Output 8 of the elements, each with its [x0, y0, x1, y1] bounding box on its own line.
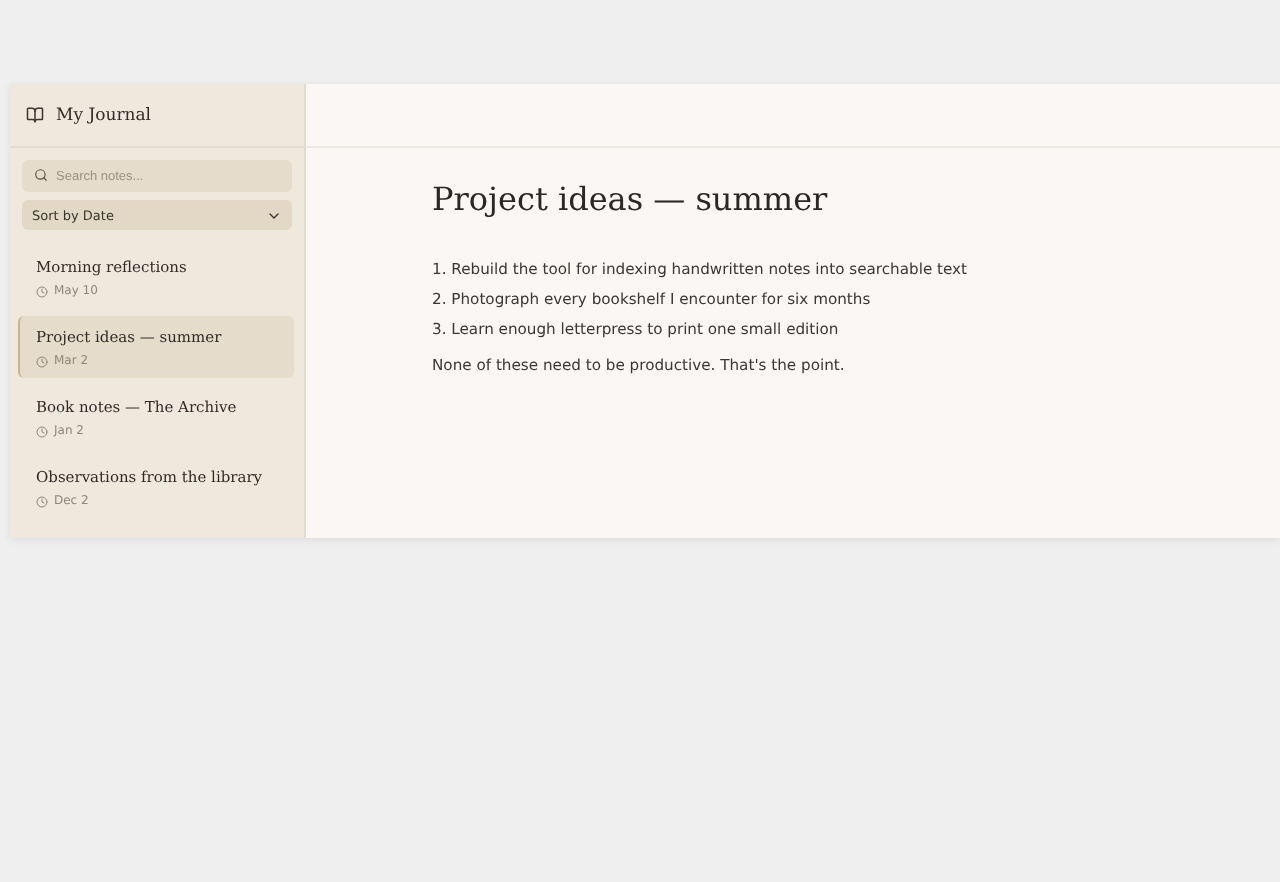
clock-icon — [36, 285, 48, 297]
book-icon — [26, 106, 44, 124]
clock-icon — [36, 355, 48, 367]
clock-icon — [36, 495, 48, 507]
journal-title: My Journal — [56, 105, 152, 125]
note-heading: Project ideas — summer — [432, 180, 830, 218]
search-icon — [34, 168, 48, 182]
clock-icon — [36, 425, 48, 437]
